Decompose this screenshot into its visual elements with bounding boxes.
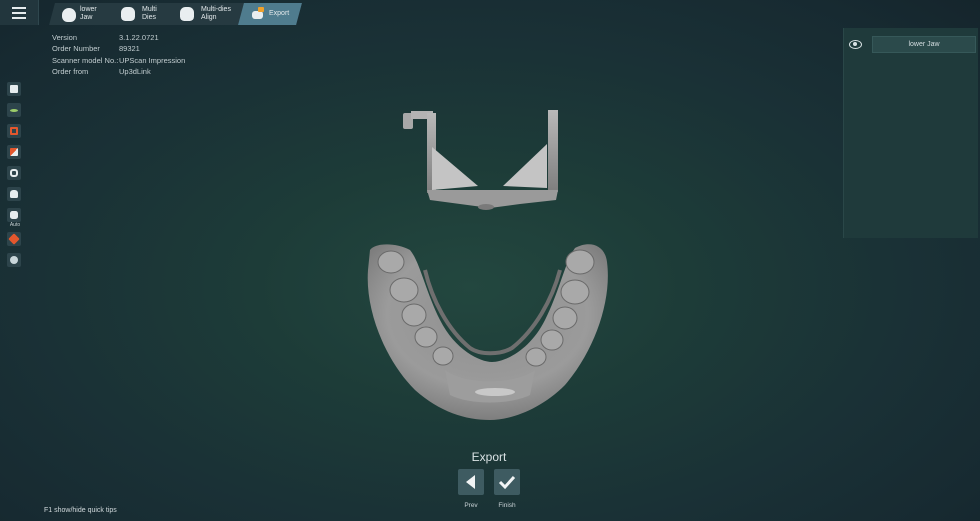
finish-label: Finish [498, 502, 516, 509]
prev-label: Prev [464, 502, 478, 509]
lower-jaw-model[interactable] [367, 244, 608, 420]
step-title: Export [471, 450, 507, 464]
layer-name[interactable]: lower Jaw [872, 36, 976, 53]
3d-viewport[interactable] [0, 0, 980, 521]
checkmark-icon [498, 475, 516, 490]
arrow-left-icon [466, 475, 475, 489]
articulator-model[interactable] [403, 110, 558, 210]
quick-tips-hint: F1 show/hide quick tips [44, 507, 117, 514]
layer-row: lower Jaw [849, 36, 976, 53]
layers-panel: lower Jaw [843, 28, 978, 238]
finish-button[interactable] [494, 469, 520, 495]
visibility-eye-icon[interactable] [849, 40, 862, 49]
prev-button[interactable] [458, 469, 484, 495]
